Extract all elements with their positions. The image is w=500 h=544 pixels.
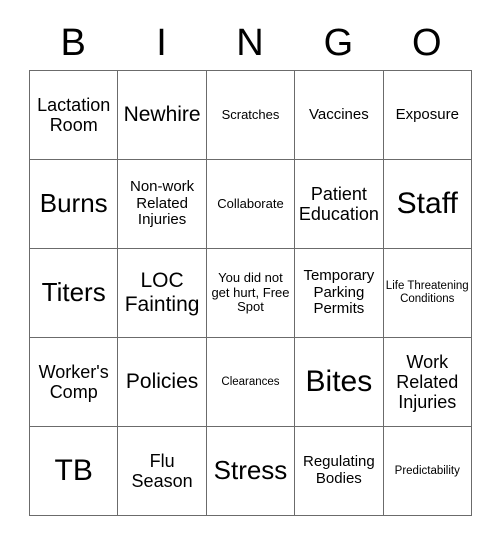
- bingo-cell-g4[interactable]: Bites: [295, 338, 384, 427]
- bingo-cell-b4[interactable]: Worker's Comp: [30, 338, 119, 427]
- bingo-cell-label: Scratches: [221, 106, 280, 122]
- bingo-header-row: B I N G O: [29, 16, 471, 70]
- bingo-cell-label: Exposure: [395, 105, 459, 123]
- bingo-cell-n2[interactable]: Collaborate: [206, 160, 296, 249]
- bingo-cell-o1[interactable]: Exposure: [383, 71, 472, 160]
- bingo-cell-o4[interactable]: Work Related Injuries: [383, 338, 472, 427]
- bingo-row-4: Worker's Comp Policies Clearances Bites …: [30, 338, 472, 427]
- bingo-cell-b1[interactable]: Lactation Room: [30, 71, 119, 160]
- bingo-cell-label: Collaborate: [217, 195, 284, 211]
- bingo-cell-label: You did not get hurt, Free Spot: [211, 270, 290, 315]
- bingo-cell-label: Vaccines: [308, 105, 369, 123]
- bingo-cell-label: Non-work Related Injuries: [129, 177, 195, 229]
- bingo-cell-i4[interactable]: Policies: [118, 338, 207, 427]
- bingo-cell-label: Worker's Comp: [38, 361, 109, 402]
- bingo-cell-label: Newhire: [123, 103, 201, 127]
- bingo-cell-n1[interactable]: Scratches: [206, 71, 296, 160]
- bingo-cell-g5[interactable]: Regulating Bodies: [295, 427, 384, 516]
- bingo-card: B I N G O Lactation Room Newhire Scratch…: [29, 16, 472, 516]
- bingo-cell-label: Patient Education: [298, 183, 379, 224]
- bingo-cell-g2[interactable]: Patient Education: [295, 160, 384, 249]
- bingo-row-1: Lactation Room Newhire Scratches Vaccine…: [30, 71, 472, 160]
- bingo-cell-b2[interactable]: Burns: [30, 160, 119, 249]
- bingo-cell-i5[interactable]: Flu Season: [118, 427, 207, 516]
- bingo-cell-label: Temporary Parking Permits: [303, 266, 375, 318]
- bingo-row-5: TB Flu Season Stress Regulating Bodies P…: [30, 427, 472, 516]
- bingo-cell-g1[interactable]: Vaccines: [295, 71, 384, 160]
- bingo-cell-label: Life Threatening Conditions: [385, 280, 469, 305]
- bingo-cell-n5[interactable]: Stress: [206, 427, 296, 516]
- bingo-cell-label: Bites: [305, 365, 373, 399]
- bingo-cell-n3-free-space[interactable]: You did not get hurt, Free Spot: [206, 249, 296, 338]
- bingo-header-letter-o: O: [411, 22, 442, 64]
- bingo-cell-i2[interactable]: Non-work Related Injuries: [118, 160, 207, 249]
- bingo-cell-label: Burns: [39, 188, 108, 219]
- bingo-cell-n4[interactable]: Clearances: [206, 338, 296, 427]
- bingo-cell-label: Stress: [213, 455, 288, 486]
- bingo-header-letter-i: I: [156, 22, 167, 64]
- bingo-row-3: Titers LOC Fainting You did not get hurt…: [30, 249, 472, 338]
- bingo-cell-label: Lactation Room: [37, 94, 111, 135]
- bingo-cell-label: Clearances: [221, 375, 280, 388]
- bingo-cell-g3[interactable]: Temporary Parking Permits: [295, 249, 384, 338]
- bingo-cell-i1[interactable]: Newhire: [118, 71, 207, 160]
- bingo-cell-label: Regulating Bodies: [303, 453, 375, 487]
- bingo-header-letter-b: B: [60, 22, 86, 64]
- bingo-cell-b3[interactable]: Titers: [30, 249, 119, 338]
- bingo-cell-o3[interactable]: Life Threatening Conditions: [383, 249, 472, 338]
- bingo-grid: Lactation Room Newhire Scratches Vaccine…: [29, 70, 472, 516]
- bingo-header-letter-n: N: [236, 22, 264, 64]
- bingo-cell-i3[interactable]: LOC Fainting: [118, 249, 207, 338]
- bingo-cell-o2[interactable]: Staff: [383, 160, 472, 249]
- bingo-cell-label: Predictability: [394, 464, 460, 477]
- bingo-cell-label: Work Related Injuries: [396, 351, 459, 413]
- bingo-header-letter-g: G: [323, 22, 354, 64]
- bingo-cell-label: TB: [54, 454, 93, 488]
- bingo-row-2: Burns Non-work Related Injuries Collabor…: [30, 160, 472, 249]
- bingo-cell-label: LOC Fainting: [124, 269, 200, 316]
- bingo-cell-label: Staff: [396, 187, 458, 221]
- bingo-cell-b5[interactable]: TB: [30, 427, 119, 516]
- bingo-cell-o5[interactable]: Predictability: [383, 427, 472, 516]
- bingo-cell-label: Policies: [125, 370, 199, 394]
- bingo-cell-label: Flu Season: [131, 450, 193, 491]
- bingo-cell-label: Titers: [41, 277, 106, 308]
